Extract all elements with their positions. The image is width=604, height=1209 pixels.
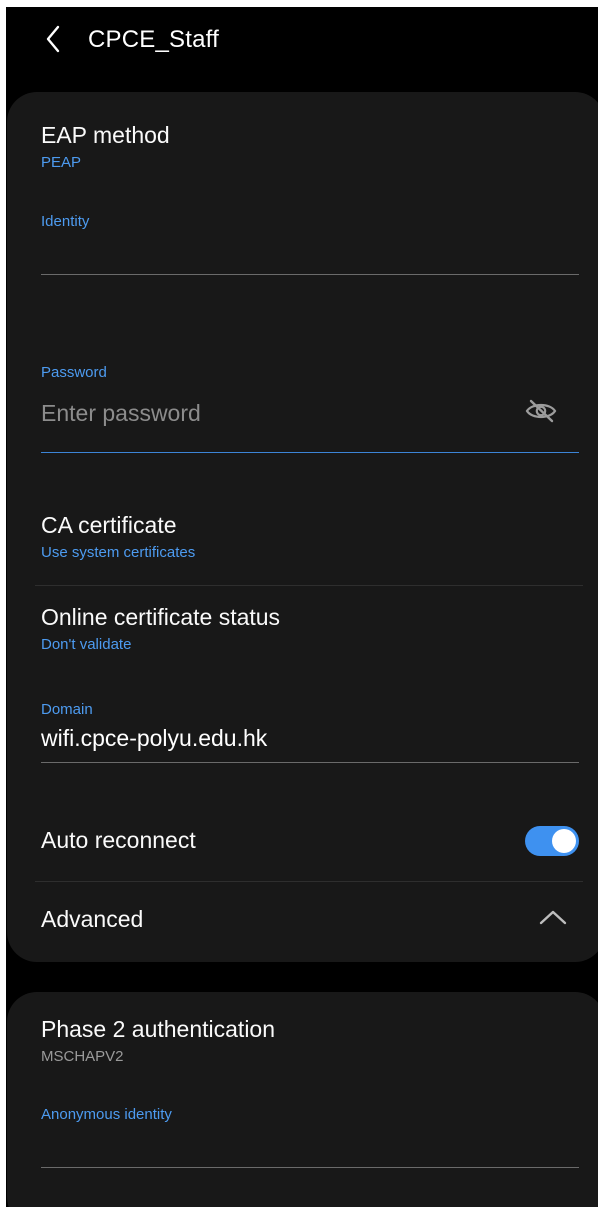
ca-certificate-row[interactable]: CA certificate Use system certificates [7, 490, 598, 584]
eap-method-row[interactable]: EAP method PEAP [7, 92, 598, 197]
ca-certificate-label: CA certificate [41, 512, 177, 538]
online-certificate-status-value: Don't validate [41, 636, 132, 653]
domain-input[interactable]: wifi.cpce-polyu.edu.hk [41, 723, 267, 753]
password-input[interactable] [41, 398, 501, 428]
toggle-knob [552, 829, 576, 853]
password-underline [41, 452, 579, 453]
page-title: CPCE_Staff [88, 26, 219, 53]
phase2-authentication-label: Phase 2 authentication [41, 1016, 276, 1042]
chevron-left-icon [45, 25, 61, 58]
eye-off-icon [525, 399, 557, 428]
domain-underline [41, 762, 579, 763]
advanced-settings-card: Phase 2 authentication MSCHAPV2 Anonymou… [7, 992, 598, 1207]
anonymous-identity-underline [41, 1167, 579, 1168]
auto-reconnect-row[interactable]: Auto reconnect [7, 802, 598, 880]
identity-underline [41, 274, 579, 275]
eap-method-label: EAP method [41, 122, 170, 148]
auto-reconnect-label: Auto reconnect [41, 827, 196, 853]
chevron-up-icon [539, 909, 567, 930]
top-app-bar: CPCE_Staff [6, 7, 598, 77]
eap-method-value: PEAP [41, 154, 82, 171]
ca-certificate-value: Use system certificates [41, 544, 196, 561]
identity-input[interactable] [41, 237, 561, 267]
domain-label: Domain [41, 701, 93, 718]
wifi-config-screen: CPCE_Staff EAP method PEAP Identity Pass… [6, 7, 598, 1207]
back-button[interactable] [36, 23, 70, 59]
network-settings-card: EAP method PEAP Identity Password CA cer… [7, 92, 598, 962]
identity-label: Identity [41, 213, 90, 230]
auto-reconnect-toggle[interactable] [525, 826, 579, 856]
toggle-password-visibility-button[interactable] [523, 395, 559, 431]
anonymous-identity-label: Anonymous identity [41, 1106, 172, 1123]
anonymous-identity-input[interactable] [41, 1129, 561, 1159]
advanced-collapse-button[interactable] [535, 904, 571, 934]
online-certificate-status-label: Online certificate status [41, 604, 281, 630]
password-label: Password [41, 364, 107, 381]
advanced-row[interactable]: Advanced [7, 882, 598, 962]
phase2-authentication-row[interactable]: Phase 2 authentication MSCHAPV2 [7, 992, 598, 1087]
advanced-label: Advanced [41, 906, 144, 932]
phase2-authentication-value: MSCHAPV2 [41, 1048, 124, 1065]
online-certificate-status-row[interactable]: Online certificate status Don't validate [7, 586, 598, 672]
